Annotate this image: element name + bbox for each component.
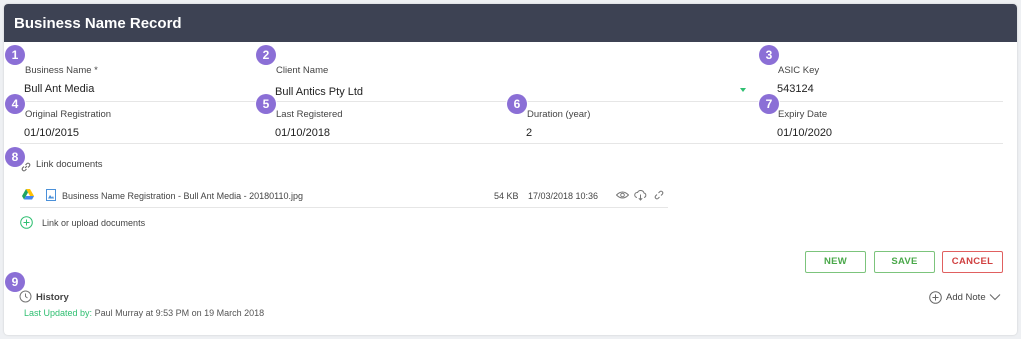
step-badge-7: 7 [759,94,779,114]
document-size: 54 KB [494,191,519,201]
client-name-label: Client Name [276,65,329,76]
image-file-icon [46,189,56,201]
expiry-date-label: Expiry Date [778,109,828,120]
link-upload-documents-button[interactable]: Link or upload documents [42,218,145,228]
history-title: History [36,292,69,303]
link-documents-label: Link documents [36,159,103,170]
client-name-select[interactable]: Bull Antics Pty Ltd [275,86,363,98]
step-badge-9: 9 [5,272,25,292]
chevron-down-icon[interactable] [740,88,746,92]
business-name-field[interactable]: Bull Ant Media [24,83,94,95]
last-updated-value: Paul Murray at 9:53 PM on 19 March 2018 [94,308,265,318]
asic-key-label: ASIC Key [778,65,820,76]
asic-key-field[interactable]: 543124 [777,83,814,95]
business-name-label: Business Name * [25,65,98,76]
divider [20,207,668,208]
plus-circle-icon[interactable] [929,291,942,304]
cancel-button[interactable]: CANCEL [942,251,1003,273]
save-button[interactable]: SAVE [874,251,935,273]
add-note-button[interactable]: Add Note [946,292,986,303]
add-circle-icon[interactable] [20,216,33,229]
new-button[interactable]: NEW [805,251,866,273]
link-icon [21,162,31,172]
last-registered-label: Last Registered [276,109,343,120]
record-card [4,4,1017,335]
original-registration-field[interactable]: 01/10/2015 [24,127,79,139]
duration-field[interactable]: 2 [526,127,532,139]
eye-icon[interactable] [616,190,629,200]
expiry-date-field[interactable]: 01/10/2020 [777,127,832,139]
step-badge-2: 2 [256,45,276,65]
last-updated-label: Last Updated by: [24,308,93,318]
step-badge-1: 1 [5,45,25,65]
google-drive-icon [22,189,34,200]
last-registered-field[interactable]: 01/10/2018 [275,127,330,139]
step-badge-4: 4 [5,94,25,114]
chevron-down-icon[interactable] [989,293,1001,301]
step-badge-6: 6 [507,94,527,114]
last-updated: Last Updated by: Paul Murray at 9:53 PM … [24,308,264,318]
history-icon [19,290,32,303]
cloud-download-icon[interactable] [634,189,647,201]
step-badge-3: 3 [759,45,779,65]
document-date: 17/03/2018 10:36 [528,191,599,201]
document-name-link[interactable]: Business Name Registration - Bull Ant Me… [62,191,303,201]
unlink-icon[interactable] [653,189,665,201]
step-badge-5: 5 [256,94,276,114]
page-title: Business Name Record [14,15,182,32]
original-registration-label: Original Registration [25,109,112,120]
divider [20,143,1003,144]
record-header: Business Name Record [4,4,1017,42]
duration-label: Duration (year) [527,109,591,120]
